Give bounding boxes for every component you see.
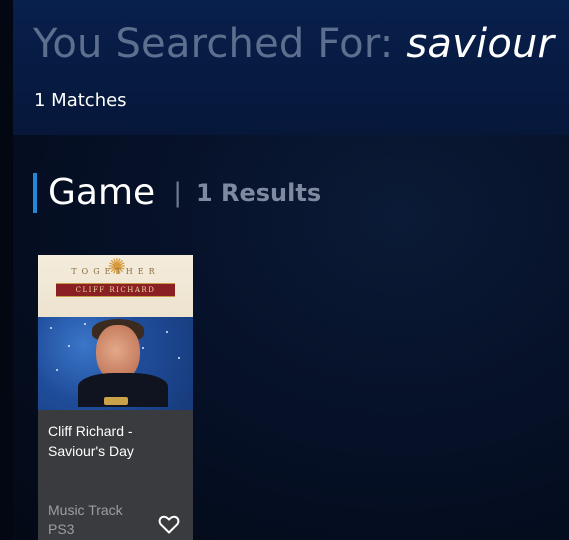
star-dot: [166, 331, 168, 333]
result-card[interactable]: ✺ TOGETHER CLIFF RICHARD Cliff Richard -…: [38, 255, 193, 540]
cover-art: ✺ TOGETHER CLIFF RICHARD: [38, 255, 193, 410]
star-dot: [142, 347, 144, 349]
star-dot: [50, 327, 52, 329]
section-separator: |: [173, 178, 182, 208]
section-header-game: Game | 1 Results: [33, 172, 321, 214]
cover-art-banner: CLIFF RICHARD: [56, 283, 175, 297]
heart-outline-icon[interactable]: [157, 512, 181, 536]
cover-art-logo: [104, 397, 128, 405]
result-meta: Music Track PS3: [48, 501, 123, 539]
search-results-page: You Searched For: saviour 1 Matches Game…: [0, 0, 569, 540]
search-query: saviour: [406, 21, 555, 67]
result-type: Music Track: [48, 502, 123, 518]
left-edge-strip: [0, 0, 13, 540]
star-dot: [68, 345, 70, 347]
section-accent-bar: [33, 173, 37, 213]
cover-art-top: ✺ TOGETHER CLIFF RICHARD: [38, 255, 193, 317]
section-result-count: 1 Results: [195, 179, 322, 207]
star-dot: [178, 357, 180, 359]
section-title: Game: [48, 172, 156, 213]
star-dot: [84, 323, 86, 325]
result-title: Cliff Richard - Saviour's Day: [48, 423, 134, 459]
match-count: 1 Matches: [34, 90, 127, 111]
result-platform: PS3: [48, 521, 75, 537]
search-heading-prefix: You Searched For:: [33, 21, 407, 67]
search-heading: You Searched For: saviour: [33, 18, 554, 70]
cover-art-text-top: TOGETHER: [71, 267, 160, 276]
star-dot: [56, 369, 58, 371]
